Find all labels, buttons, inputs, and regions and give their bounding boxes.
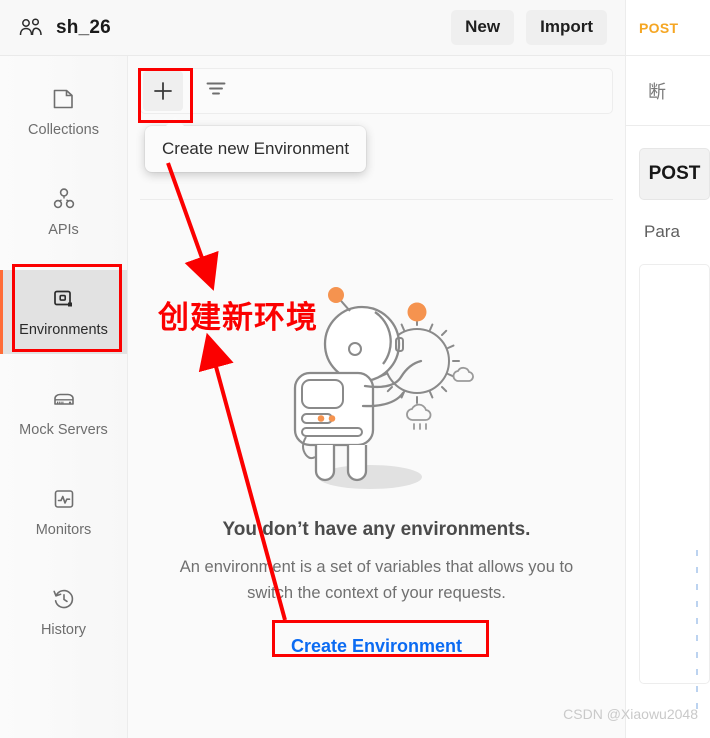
plus-icon — [152, 80, 174, 102]
sidebar-item-label: APIs — [48, 222, 79, 238]
left-sidebar: Collections APIs Environments Mock Serve… — [0, 56, 128, 738]
sidebar-item-label: Environments — [19, 322, 108, 338]
sidebar-item-label: History — [40, 622, 87, 638]
annotation-chinese-note: 创建新环境 — [158, 300, 318, 336]
create-new-environment-tooltip: Create new Environment — [145, 117, 367, 172]
create-environment-link[interactable]: Create Environment — [281, 632, 472, 661]
editor-mark — [696, 550, 698, 556]
editor-content-marks — [696, 550, 698, 709]
method-selector[interactable]: POST — [639, 148, 710, 200]
new-button[interactable]: New — [451, 10, 515, 45]
sidebar-item-monitors[interactable]: Monitors — [0, 470, 127, 554]
environments-toolbar — [140, 68, 613, 114]
editor-mark — [696, 601, 698, 607]
editor-mark — [696, 669, 698, 675]
request-params-tab[interactable]: Para — [644, 222, 710, 242]
editor-mark — [696, 635, 698, 641]
import-button[interactable]: Import — [526, 10, 607, 45]
sidebar-item-label: Mock Servers — [19, 422, 108, 438]
filter-button[interactable] — [199, 74, 233, 108]
environments-icon — [51, 286, 77, 312]
team-switcher[interactable]: sh_26 — [18, 17, 111, 39]
sidebar-item-label: Monitors — [35, 522, 92, 538]
pane-divider — [140, 199, 613, 200]
sidebar-item-mock-servers[interactable]: Mock Servers — [0, 370, 127, 454]
editor-mark — [696, 652, 698, 658]
editor-mark — [696, 618, 698, 624]
environments-empty-state: You don’t have any environments. An envi… — [128, 281, 625, 661]
header-actions: New Import — [451, 10, 607, 45]
request-tabbar[interactable]: POST — [626, 0, 710, 56]
request-body-editor[interactable] — [639, 264, 710, 684]
request-tab-method: POST — [639, 19, 679, 36]
sidebar-item-label: Collections — [28, 122, 99, 138]
create-new-environment-button[interactable] — [143, 71, 183, 111]
request-pane: POST 断 POST Para — [625, 0, 710, 738]
postman-window: sh_26 New Import Collections APIs Enviro… — [0, 0, 710, 738]
empty-state-title: You don’t have any environments. — [222, 519, 531, 540]
top-header: sh_26 New Import — [0, 0, 625, 56]
sidebar-item-environments[interactable]: Environments — [0, 270, 127, 354]
request-url-row: POST — [639, 148, 710, 200]
empty-state-description: An environment is a set of variables tha… — [179, 558, 574, 602]
team-name: sh_26 — [56, 16, 111, 38]
watermark: CSDN @Xiaowu2048 — [563, 706, 698, 722]
editor-mark — [696, 567, 698, 573]
request-breadcrumb: 断 — [626, 56, 710, 126]
collections-icon — [51, 86, 77, 112]
people-icon — [18, 17, 44, 39]
sidebar-item-apis[interactable]: APIs — [0, 170, 127, 254]
monitors-icon — [51, 486, 77, 512]
sidebar-item-history[interactable]: History — [0, 570, 127, 654]
editor-mark — [696, 584, 698, 590]
apis-icon — [51, 186, 77, 212]
mock-servers-icon — [51, 386, 77, 412]
history-icon — [51, 586, 77, 612]
editor-mark — [696, 686, 698, 692]
filter-icon — [204, 77, 228, 106]
sidebar-item-collections[interactable]: Collections — [0, 70, 127, 154]
